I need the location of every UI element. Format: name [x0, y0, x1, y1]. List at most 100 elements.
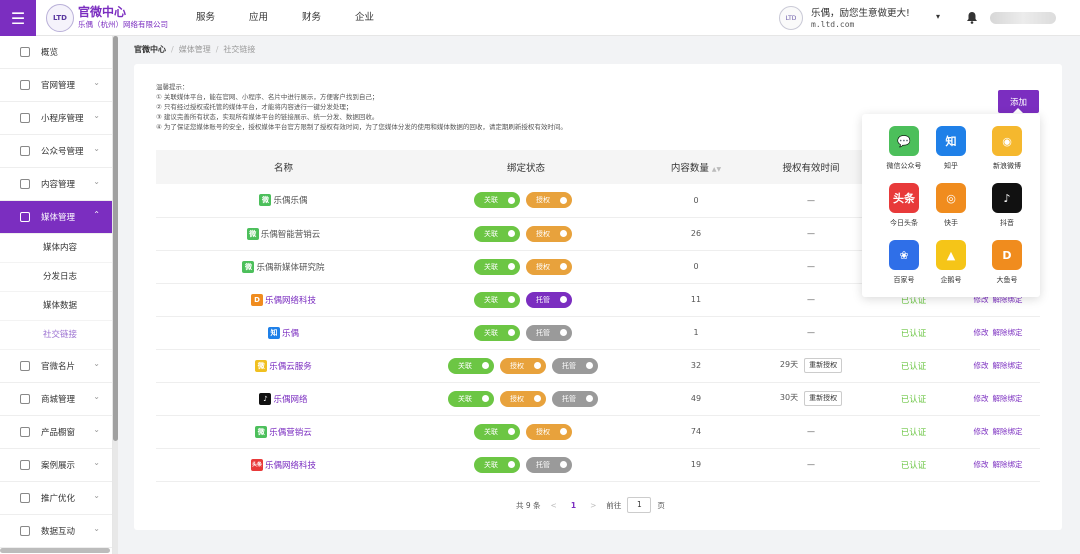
binding-status-toggle[interactable]: 授权 [500, 390, 546, 407]
auth-time-value: — [807, 195, 815, 205]
breadcrumb-home[interactable]: 官微中心 [134, 45, 166, 54]
binding-status-toggle[interactable]: 授权 [500, 357, 546, 374]
binding-status-toggle[interactable]: 托管 [552, 390, 598, 407]
goto-page-input[interactable]: 1 [627, 497, 652, 513]
sidebar-item-card[interactable]: 官微名片 ⌄ [0, 350, 112, 383]
binding-status-toggle[interactable]: 托管 [526, 456, 572, 473]
sidebar-scrollbar-thumb[interactable] [113, 36, 118, 441]
binding-status-toggle[interactable]: 关联 [474, 258, 520, 275]
platform-name[interactable]: 乐偶 [282, 327, 299, 339]
nav-item-company[interactable]: 企业 [355, 0, 408, 36]
toggle-knob-icon [508, 461, 515, 468]
binding-status-label: 关联 [458, 394, 472, 403]
bell-icon[interactable] [966, 11, 978, 24]
platform-option-label: 大鱼号 [996, 276, 1018, 284]
platform-option[interactable]: 头条 今日头条 [879, 183, 929, 228]
binding-status-label: 关联 [484, 196, 498, 205]
column-header-count[interactable]: 内容数量 ▲▼ [641, 150, 751, 184]
sidebar-item-label: 小程序管理 [41, 114, 84, 124]
edit-link[interactable]: 修改 [974, 394, 989, 403]
hamburger-icon[interactable]: ☰ [0, 0, 36, 36]
platform-name[interactable]: 乐偶云服务 [269, 360, 312, 372]
platform-name[interactable]: 乐偶网络科技 [265, 294, 316, 306]
binding-status-toggle[interactable]: 授权 [526, 423, 572, 440]
platform-name[interactable]: 乐偶营销云 [269, 426, 312, 438]
edit-link[interactable]: 修改 [974, 460, 989, 469]
avatar[interactable]: LTD [779, 6, 803, 30]
sidebar-item-website[interactable]: 官网管理 ⌄ [0, 69, 112, 102]
sidebar-item-label: 商城管理 [41, 395, 76, 405]
sidebar-item-data[interactable]: 数据互动 ⌄ [0, 515, 112, 548]
nav-item-apps[interactable]: 应用 [249, 0, 302, 36]
platform-option[interactable]: D 大鱼号 [982, 240, 1032, 285]
next-page-button[interactable]: > [590, 501, 596, 510]
platform-name: 乐偶智能营销云 [260, 229, 321, 240]
platform-name[interactable]: 乐偶网络 [273, 393, 307, 405]
binding-status-toggle[interactable]: 关联 [474, 225, 520, 242]
blurred-username[interactable] [990, 12, 1056, 24]
unbind-link[interactable]: 解除绑定 [993, 328, 1023, 337]
binding-status-toggle[interactable]: 授权 [526, 192, 572, 209]
sidebar-item-cases[interactable]: 案例展示 ⌄ [0, 449, 112, 482]
platform-option[interactable]: ◎ 快手 [926, 183, 976, 228]
sidebar-item-promotion[interactable]: 推广优化 ⌄ [0, 482, 112, 515]
sidebar-subitem-distribution-log[interactable]: 分发日志 [0, 263, 112, 292]
platform-option[interactable]: 💬 微信公众号 [879, 126, 929, 171]
sidebar-item-media[interactable]: 媒体管理 ⌃ [0, 201, 112, 234]
unbind-link[interactable]: 解除绑定 [993, 460, 1023, 469]
sidebar-subitem-social-links[interactable]: 社交链接 [0, 321, 112, 350]
sidebar-item-official-account[interactable]: 公众号管理 ⌄ [0, 135, 112, 168]
website-icon [20, 80, 30, 90]
binding-status-toggle[interactable]: 授权 [526, 225, 572, 242]
reauthorize-button[interactable]: 重新授权 [804, 358, 843, 373]
platform-option[interactable]: ♪ 抖音 [982, 183, 1032, 228]
edit-link[interactable]: 修改 [974, 328, 989, 337]
weibo-icon: ◉ [992, 126, 1022, 156]
platform-option[interactable]: ◉ 新浪微博 [982, 126, 1032, 171]
horizontal-scrollbar[interactable] [0, 548, 110, 553]
binding-status-toggle[interactable]: 托管 [552, 357, 598, 374]
user-domain: m.ltd.com [811, 20, 855, 29]
current-page[interactable]: 1 [571, 501, 576, 510]
unbind-link[interactable]: 解除绑定 [993, 394, 1023, 403]
cell-status: 已认证 [871, 382, 956, 416]
edit-link[interactable]: 修改 [974, 427, 989, 436]
edit-link[interactable]: 修改 [974, 361, 989, 370]
wechat-icon: 微 [246, 227, 259, 240]
sidebar-item-products[interactable]: 产品橱窗 ⌄ [0, 416, 112, 449]
platform-option[interactable]: ❀ 百家号 [879, 240, 929, 285]
reauthorize-button[interactable]: 重新授权 [804, 391, 843, 406]
binding-status-toggle[interactable]: 关联 [474, 324, 520, 341]
platform-option[interactable]: 知知乎 [926, 126, 976, 171]
sidebar-item-content[interactable]: 内容管理 ⌄ [0, 168, 112, 201]
platform-option[interactable]: ▲ 企鹅号 [926, 240, 976, 285]
binding-status-toggle[interactable]: 关联 [448, 357, 494, 374]
cell-binding: 关联 托管 [411, 448, 641, 482]
nav-item-service[interactable]: 服务 [196, 0, 249, 36]
binding-status-toggle[interactable]: 授权 [526, 258, 572, 275]
unbind-link[interactable]: 解除绑定 [993, 427, 1023, 436]
cell-binding: 关联 授权 [411, 415, 641, 449]
binding-status-toggle[interactable]: 托管 [526, 291, 572, 308]
sort-icon[interactable]: ▲▼ [712, 166, 721, 173]
binding-status-toggle[interactable]: 关联 [474, 291, 520, 308]
chevron-down-icon[interactable]: ▾ [936, 12, 940, 21]
sidebar-item-overview[interactable]: 概览 [0, 36, 112, 69]
nav-item-finance[interactable]: 财务 [302, 0, 355, 36]
weibo-icon: 微 [255, 359, 268, 372]
sidebar-item-shop[interactable]: 商城管理 ⌄ [0, 383, 112, 416]
binding-status-toggle[interactable]: 关联 [474, 192, 520, 209]
breadcrumb-media[interactable]: 媒体管理 [179, 45, 211, 54]
binding-status-toggle[interactable]: 关联 [474, 423, 520, 440]
binding-status-toggle[interactable]: 关联 [474, 456, 520, 473]
unbind-link[interactable]: 解除绑定 [993, 361, 1023, 370]
sidebar-item-miniapp[interactable]: 小程序管理 ⌄ [0, 102, 112, 135]
sidebar-subitem-media-content[interactable]: 媒体内容 [0, 234, 112, 263]
binding-status-toggle[interactable]: 关联 [448, 390, 494, 407]
binding-status-toggle[interactable]: 托管 [526, 324, 572, 341]
top-bar: ☰ LTD 官微中心 乐偶（杭州）网络有限公司 服务 应用 财务 企业 LTD … [0, 0, 1080, 36]
sidebar-subitem-media-data[interactable]: 媒体数据 [0, 292, 112, 321]
platform-name[interactable]: 乐偶网络科技 [265, 459, 316, 471]
prev-page-button[interactable]: < [551, 501, 557, 510]
cell-content-count: 49 [641, 382, 751, 416]
